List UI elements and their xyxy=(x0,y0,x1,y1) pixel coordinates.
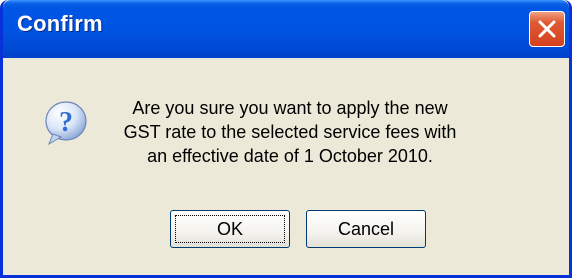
confirm-message: Are you sure you want to apply the new G… xyxy=(123,98,457,166)
close-button[interactable] xyxy=(529,11,565,47)
cancel-button[interactable]: Cancel xyxy=(306,210,426,248)
ok-button[interactable]: OK xyxy=(170,210,290,248)
ok-button-label: OK xyxy=(175,215,285,243)
svg-text:?: ? xyxy=(59,107,73,138)
title-bar[interactable]: Confirm xyxy=(3,0,569,58)
window-title: Confirm xyxy=(17,11,103,36)
close-icon xyxy=(538,20,556,38)
question-icon: ? xyxy=(45,101,87,146)
confirm-dialog: Confirm ? Are you sure you want to apply… xyxy=(0,0,572,278)
